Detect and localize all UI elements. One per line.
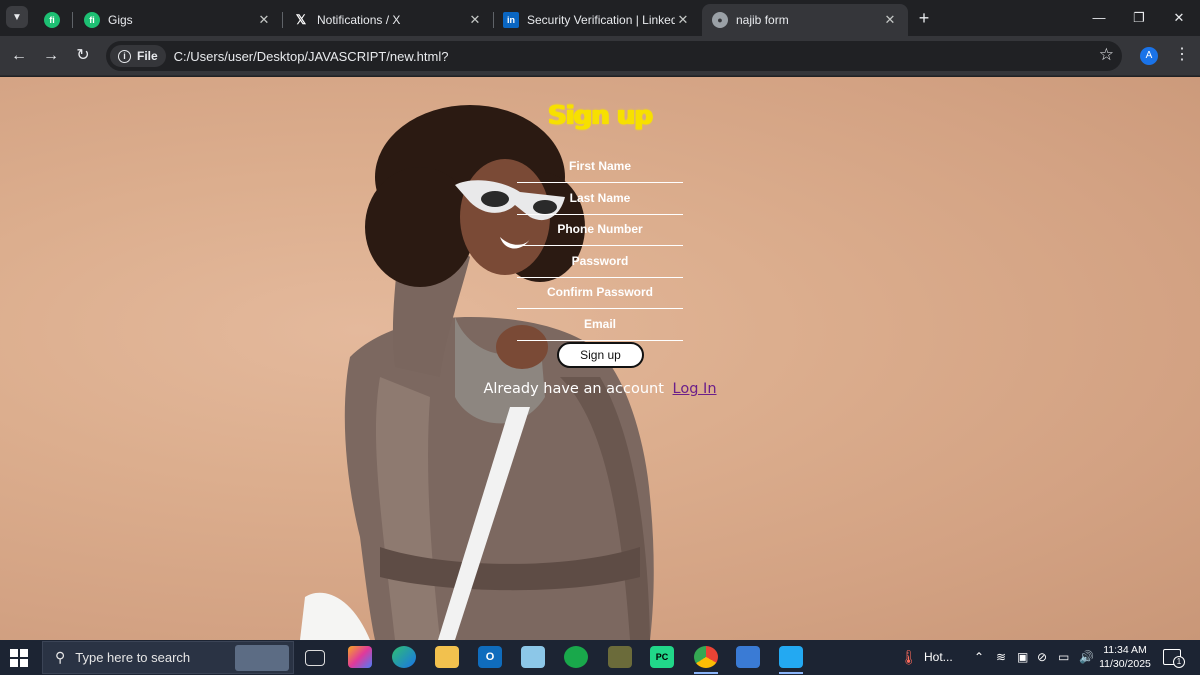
password-field[interactable]: Password (517, 247, 683, 278)
chevron-down-icon: ▼ (12, 11, 22, 23)
confirm-password-field[interactable]: Confirm Password (517, 278, 683, 309)
browser-toolbar: ← → ↻ i File C:/Users/user/Desktop/JAVAS… (0, 36, 1200, 76)
close-tab-icon[interactable]: ✕ (256, 12, 272, 28)
camera-icon[interactable]: ▣ (1017, 640, 1028, 675)
site-info-chip[interactable]: i File (110, 45, 166, 67)
task-view-icon[interactable] (305, 650, 325, 666)
tab-gigs[interactable]: fi Gigs ✕ (74, 4, 282, 36)
battery-icon[interactable]: ▭ (1058, 640, 1069, 675)
weather-text[interactable]: Hot... (924, 640, 953, 675)
tab-notifications-x[interactable]: 𝕏 Notifications / X ✕ (283, 4, 493, 36)
fiverr-icon: fi (84, 12, 100, 28)
network-icon[interactable]: ≋ (996, 640, 1006, 675)
tab-najib-form[interactable]: ● najib form ✕ (702, 4, 908, 36)
linkedin-icon: in (503, 12, 519, 28)
minimize-button[interactable]: — (1084, 6, 1114, 30)
back-button[interactable]: ← (6, 43, 32, 69)
signup-button[interactable]: Sign up (557, 342, 644, 368)
close-window-button[interactable]: ✕ (1164, 6, 1194, 30)
arrow-left-icon: ← (11, 47, 27, 64)
windows-start-icon[interactable] (10, 649, 28, 667)
arrow-right-icon: → (43, 47, 59, 64)
microsoft-store-icon[interactable] (736, 646, 760, 668)
pycharm-icon[interactable]: PC (650, 646, 674, 668)
close-tab-icon[interactable]: ✕ (675, 12, 691, 28)
time-text: 11:34 AM (1103, 644, 1147, 656)
site-chip-label: File (137, 49, 158, 63)
forward-button[interactable]: → (38, 43, 64, 69)
copilot-icon[interactable] (348, 646, 372, 668)
date-text: 11/30/2025 (1099, 658, 1151, 670)
last-name-field[interactable]: Last Name (517, 184, 683, 215)
tab-title: Gigs (108, 13, 133, 27)
restore-button[interactable]: ❐ (1124, 6, 1154, 30)
clock[interactable]: 11:34 AM 11/30/2025 (1098, 643, 1152, 671)
chevron-up-icon[interactable]: ⌃ (974, 640, 984, 675)
search-placeholder: Type here to search (75, 650, 191, 665)
fiverr-icon: fi (44, 12, 60, 28)
tab-title: najib form (736, 13, 789, 27)
tab-title: Notifications / X (317, 13, 401, 27)
address-bar[interactable]: i File C:/Users/user/Desktop/JAVASCRIPT/… (106, 41, 1122, 71)
email-field[interactable]: Email (517, 310, 683, 341)
restore-icon: ❐ (1133, 10, 1145, 25)
windows-taskbar: ⚲ Type here to search O PC 🌡 Hot... ⌃ ≋ … (0, 640, 1200, 675)
tab-search-button[interactable]: ▼ (6, 6, 28, 28)
bookmark-star-icon[interactable]: ☆ (1099, 45, 1114, 65)
tab-pinned-fiverr[interactable]: fi (34, 4, 72, 36)
outlook-icon[interactable]: O (478, 646, 502, 668)
globe-icon: ● (712, 12, 728, 28)
close-tab-icon[interactable]: ✕ (467, 12, 483, 28)
notification-badge: 1 (1173, 656, 1185, 668)
profile-avatar[interactable]: A (1140, 47, 1158, 65)
thermometer-icon[interactable]: 🌡 (900, 640, 918, 675)
signup-title: Sign up (548, 101, 653, 131)
file-explorer-icon[interactable] (435, 646, 459, 668)
x-icon: 𝕏 (295, 12, 307, 27)
chrome-icon[interactable] (694, 646, 718, 668)
tab-title: Security Verification | LinkedIn (527, 13, 675, 27)
new-tab-button[interactable]: + (914, 8, 934, 28)
tab-linkedin[interactable]: in Security Verification | LinkedIn ✕ (493, 4, 701, 36)
vscode-icon[interactable] (779, 646, 803, 668)
wifi-off-icon[interactable]: ⊘ (1037, 640, 1047, 675)
phone-number-field[interactable]: Phone Number (517, 215, 683, 246)
info-icon: i (118, 49, 131, 63)
search-highlight-icon (235, 645, 289, 671)
volume-icon[interactable]: 🔊 (1079, 640, 1094, 675)
tool-app-icon[interactable] (608, 646, 632, 668)
login-prompt-text: Already have an account (483, 381, 664, 397)
search-icon: ⚲ (55, 649, 66, 665)
menu-kebab-icon[interactable]: ⋮ (1174, 44, 1190, 64)
tab-strip: ▼ fi fi Gigs ✕ 𝕏 Notifications / X ✕ in … (0, 0, 1200, 36)
taskbar-search-box[interactable]: ⚲ Type here to search (42, 641, 294, 674)
minimize-icon: — (1092, 10, 1106, 25)
edge-icon[interactable] (392, 646, 416, 668)
close-icon: ✕ (1173, 10, 1185, 25)
plus-icon: + (918, 8, 930, 28)
reload-icon: ↻ (76, 47, 90, 64)
store-app-icon[interactable] (521, 646, 545, 668)
close-tab-icon[interactable]: ✕ (882, 12, 898, 28)
login-link[interactable]: Log In (673, 381, 717, 397)
page-content: Sign up First Name Last Name Phone Numbe… (0, 77, 1200, 640)
url-text[interactable]: C:/Users/user/Desktop/JAVASCRIPT/new.htm… (174, 49, 449, 64)
phone-app-icon[interactable] (564, 646, 588, 668)
reload-button[interactable]: ↻ (70, 43, 96, 69)
first-name-field[interactable]: First Name (517, 152, 683, 183)
login-prompt: Already have an account Log In (0, 381, 1200, 397)
